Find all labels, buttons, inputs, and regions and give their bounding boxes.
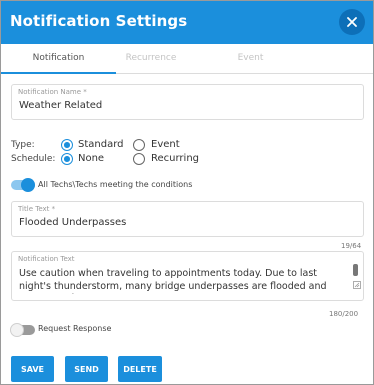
tab-event[interactable]: Event — [213, 53, 288, 63]
notification-name-label: Notification Name * — [18, 88, 87, 96]
notification-name-value: Weather Related — [19, 100, 103, 111]
request-response-label: Request Response — [38, 324, 112, 333]
active-tab-indicator — [1, 72, 116, 74]
type-event-radio[interactable] — [133, 139, 145, 151]
techs-toggle[interactable] — [11, 178, 35, 192]
schedule-recurring-radio[interactable] — [133, 153, 145, 165]
notification-settings-dialog: Notification Settings Notification Recur… — [0, 0, 374, 385]
title-text-counter: 19/64 — [341, 242, 362, 250]
request-response-toggle[interactable] — [10, 323, 35, 337]
title-text-value: Flooded Underpasses — [19, 217, 127, 228]
notification-text-scrollbar[interactable] — [353, 264, 358, 276]
notification-text-counter: 180/200 — [329, 310, 359, 318]
notification-name-field[interactable]: Notification Name * Weather Related — [11, 84, 364, 120]
resize-handle-icon[interactable] — [353, 281, 361, 289]
tab-notification[interactable]: Notification — [1, 53, 116, 63]
type-standard-radio[interactable] — [61, 139, 73, 151]
close-button[interactable] — [339, 9, 365, 35]
techs-toggle-label: All Techs\Techs meeting the conditions — [38, 180, 193, 189]
request-response-toggle-knob — [10, 323, 24, 337]
notification-text-label: Notification Text — [18, 255, 75, 263]
schedule-recurring-label: Recurring — [151, 153, 199, 164]
delete-button[interactable]: DELETE — [118, 356, 162, 382]
dialog-title: Notification Settings — [10, 12, 188, 30]
schedule-none-radio[interactable] — [61, 153, 73, 165]
close-icon — [347, 17, 357, 27]
tab-recurrence[interactable]: Recurrence — [101, 53, 201, 63]
type-label: Type: — [11, 140, 35, 150]
type-standard-label: Standard — [78, 139, 124, 150]
type-event-label: Event — [151, 139, 180, 150]
notification-text-field[interactable]: Notification Text Use caution when trave… — [11, 251, 364, 301]
title-text-label: Title Text * — [18, 205, 56, 213]
notification-text-value: Use caution when traveling to appointmen… — [19, 268, 327, 294]
dialog-header: Notification Settings — [1, 1, 373, 44]
tab-bar: Notification Recurrence Event — [1, 44, 373, 74]
schedule-label: Schedule: — [11, 154, 56, 164]
schedule-none-label: None — [78, 153, 105, 164]
techs-toggle-knob — [21, 178, 35, 192]
title-text-field[interactable]: Title Text * Flooded Underpasses — [11, 201, 364, 237]
save-button[interactable]: SAVE — [11, 356, 54, 382]
send-button[interactable]: SEND — [65, 356, 108, 382]
